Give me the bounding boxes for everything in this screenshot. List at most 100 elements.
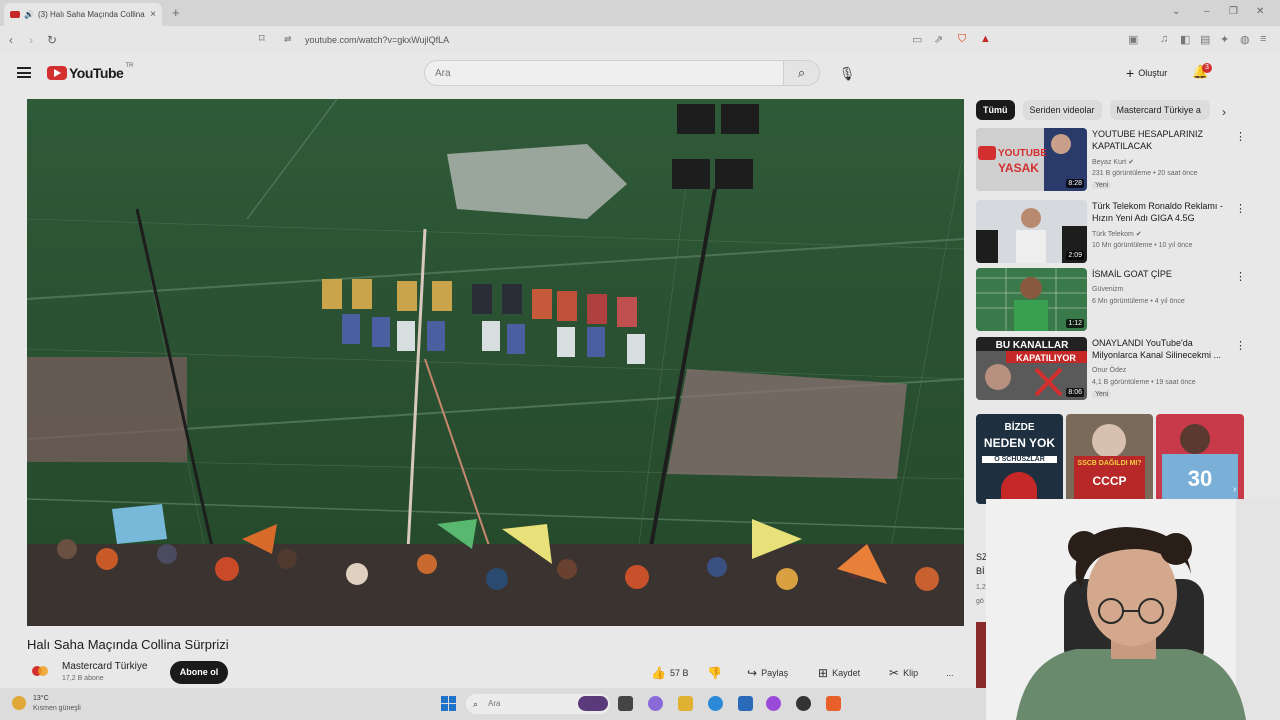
reader-mode-icon[interactable]: ▣ [1128, 33, 1138, 46]
cast-icon[interactable]: ▭ [912, 33, 922, 46]
recommendation-item[interactable]: BU KANALLAR KAPATILIYOR 8:06 ONAYLANDI Y… [976, 337, 1246, 400]
short-item[interactable]: BİZDE NEDEN YOK O SCHUSZLAR [976, 414, 1063, 504]
notification-count-badge: 3 [1202, 63, 1212, 73]
recommendation-meta: 4,1 B görüntüleme • 19 saat önce [1092, 379, 1196, 386]
recommendation-item[interactable]: 2:09 Türk Telekom Ronaldo Reklamı - Hızı… [976, 200, 1246, 263]
scissors-icon: ✂ [889, 666, 900, 680]
steam-icon[interactable] [796, 696, 811, 711]
minimize-button[interactable]: – [1204, 6, 1210, 17]
share-label: Paylaş [761, 668, 789, 678]
video-thumbnail[interactable]: 1:12 [976, 268, 1087, 331]
more-options-icon[interactable]: ⋮ [1235, 270, 1246, 283]
recommendation-meta: 10 Mn görüntüleme • 10 yıl önce [1092, 242, 1193, 249]
brave-shields-icon[interactable]: ⛉ [958, 33, 966, 46]
hamburger-menu-icon[interactable] [17, 67, 31, 78]
chip-scroll-right-icon[interactable]: › [1222, 105, 1226, 119]
tab-title: (3) Halı Saha Maçında Collina Sürprizi [37, 10, 146, 19]
shorts-scroll-right-icon[interactable]: › [1233, 484, 1236, 495]
search-box[interactable] [424, 60, 784, 86]
mastercard-logo-icon[interactable] [31, 665, 49, 677]
app-icon[interactable] [766, 696, 781, 711]
thumbnail-text-1: YOUTUBE [998, 148, 1047, 159]
store-icon[interactable] [738, 696, 753, 711]
recommendation-title[interactable]: İSMAİL GOAT ÇİPE [1092, 268, 1232, 280]
audio-playing-icon[interactable]: 🔊 [24, 10, 34, 19]
windows-start-icon[interactable] [441, 696, 456, 711]
more-actions-button[interactable]: ... [946, 664, 954, 682]
brave-icon[interactable] [826, 696, 841, 711]
like-button[interactable]: 👍 57 B [651, 664, 688, 682]
vpn-icon[interactable]: ◍ [1240, 33, 1250, 46]
save-button[interactable]: ⊞ Kaydet [818, 664, 860, 682]
search-highlight-icon[interactable] [578, 696, 608, 711]
recommendation-channel[interactable]: Onur Ödez [1092, 367, 1126, 374]
recommendation-meta: 6 Mn görüntüleme • 4 yıl önce [1092, 298, 1185, 305]
browser-menu-icon[interactable]: ≡ [1260, 33, 1266, 45]
brave-rewards-icon[interactable]: ▲ [980, 33, 991, 45]
restore-button[interactable]: ❐ [1229, 6, 1238, 17]
thumbnail-text-2: KAPATILIYOR [1016, 353, 1076, 363]
subscribe-button[interactable]: Abone ol [170, 661, 228, 684]
copilot-icon[interactable] [648, 696, 663, 711]
temperature[interactable]: 13°C [33, 695, 49, 702]
youtube-wordmark: YouTube [69, 65, 124, 81]
video-thumbnail[interactable]: BU KANALLAR KAPATILIYOR 8:06 [976, 337, 1087, 400]
short-text: SSCB DAĞILDI MI? [1077, 460, 1142, 467]
video-player[interactable] [27, 99, 964, 626]
youtube-logo[interactable]: YouTube TR [47, 63, 133, 81]
recommendation-title[interactable]: YOUTUBE HESAPLARINIZ KAPATILACAK [1092, 128, 1232, 152]
short-figure [1092, 424, 1126, 458]
chip-channel[interactable]: Mastercard Türkiye a [1109, 100, 1210, 120]
file-explorer-icon[interactable] [678, 696, 693, 711]
more-options-icon[interactable]: ⋮ [1235, 130, 1246, 143]
weather-sun-icon[interactable] [12, 696, 26, 710]
url-field[interactable]: youtube.com/watch?v=gkxWujlQfLA [305, 35, 449, 45]
leo-ai-icon[interactable]: ✦ [1220, 33, 1229, 46]
close-window-button[interactable]: ✕ [1256, 6, 1264, 17]
webcam-feed [986, 499, 1280, 720]
back-icon[interactable]: ‹ [9, 33, 13, 47]
dislike-button[interactable]: 👎 [707, 664, 722, 682]
video-thumbnail[interactable]: 2:09 [976, 200, 1087, 263]
weather-forecast[interactable]: Kısmen güneşli [33, 705, 81, 712]
browser-tab[interactable]: 🔊 (3) Halı Saha Maçında Collina Sürprizi… [4, 3, 162, 26]
more-options-icon[interactable]: ⋮ [1235, 202, 1246, 215]
search-input[interactable] [425, 61, 765, 85]
media-icon[interactable]: ♫ [1160, 33, 1168, 45]
share-button[interactable]: ↪ Paylaş [747, 664, 788, 682]
create-label: Oluştur [1138, 68, 1168, 78]
search-button[interactable]: ⌕ [784, 60, 820, 86]
short-figure [1180, 424, 1210, 454]
wallet-icon[interactable]: ▤ [1200, 33, 1210, 46]
site-settings-icon[interactable]: ⇌ [284, 34, 292, 45]
short-item[interactable]: 30 [1156, 414, 1244, 504]
search-icon: ⌕ [473, 699, 479, 709]
tab-list-icon[interactable]: ⌄ [1172, 6, 1180, 17]
chip-all[interactable]: Tümü [976, 100, 1015, 120]
create-button[interactable]: + Oluştur [1116, 61, 1177, 85]
recommendation-channel[interactable]: Beyaz Kurt ✔ [1092, 158, 1134, 166]
voice-search-button[interactable]: 🎙 [836, 63, 858, 85]
recommendation-channel[interactable]: Türk Telekom ✔ [1092, 230, 1142, 238]
new-badge: Yeni [1092, 391, 1112, 398]
reload-icon[interactable]: ↻ [47, 33, 57, 47]
new-tab-button[interactable]: + [172, 5, 180, 20]
share-page-icon[interactable]: ⇗ [934, 33, 943, 46]
tab-close-button[interactable]: × [150, 9, 156, 20]
bookmark-icon[interactable]: ⌑ [259, 32, 265, 45]
forward-icon[interactable]: › [29, 33, 33, 47]
recommendation-item[interactable]: 1:12 İSMAİL GOAT ÇİPE Güvenizm 6 Mn görü… [976, 268, 1246, 331]
recommendation-channel[interactable]: Güvenizm [1092, 286, 1124, 293]
chip-series[interactable]: Seriden videolar [1022, 100, 1102, 120]
short-item[interactable]: SSCB DAĞILDI MI? CCCP [1066, 414, 1153, 504]
clip-button[interactable]: ✂ Klip [889, 664, 918, 682]
sidebar-icon[interactable]: ◧ [1180, 33, 1190, 46]
video-thumbnail[interactable]: YOUTUBE YASAK 8:28 [976, 128, 1087, 191]
edge-icon[interactable] [708, 696, 723, 711]
recommendation-title[interactable]: ONAYLANDI YouTube'da Milyonlarca Kanal S… [1092, 337, 1232, 361]
recommendation-item[interactable]: YOUTUBE YASAK 8:28 YOUTUBE HESAPLARINIZ … [976, 128, 1246, 191]
task-view-icon[interactable] [618, 696, 633, 711]
recommendation-title[interactable]: Türk Telekom Ronaldo Reklamı - Hızın Yen… [1092, 200, 1232, 224]
channel-name[interactable]: Mastercard Türkiye [62, 661, 147, 672]
more-options-icon[interactable]: ⋮ [1235, 339, 1246, 352]
